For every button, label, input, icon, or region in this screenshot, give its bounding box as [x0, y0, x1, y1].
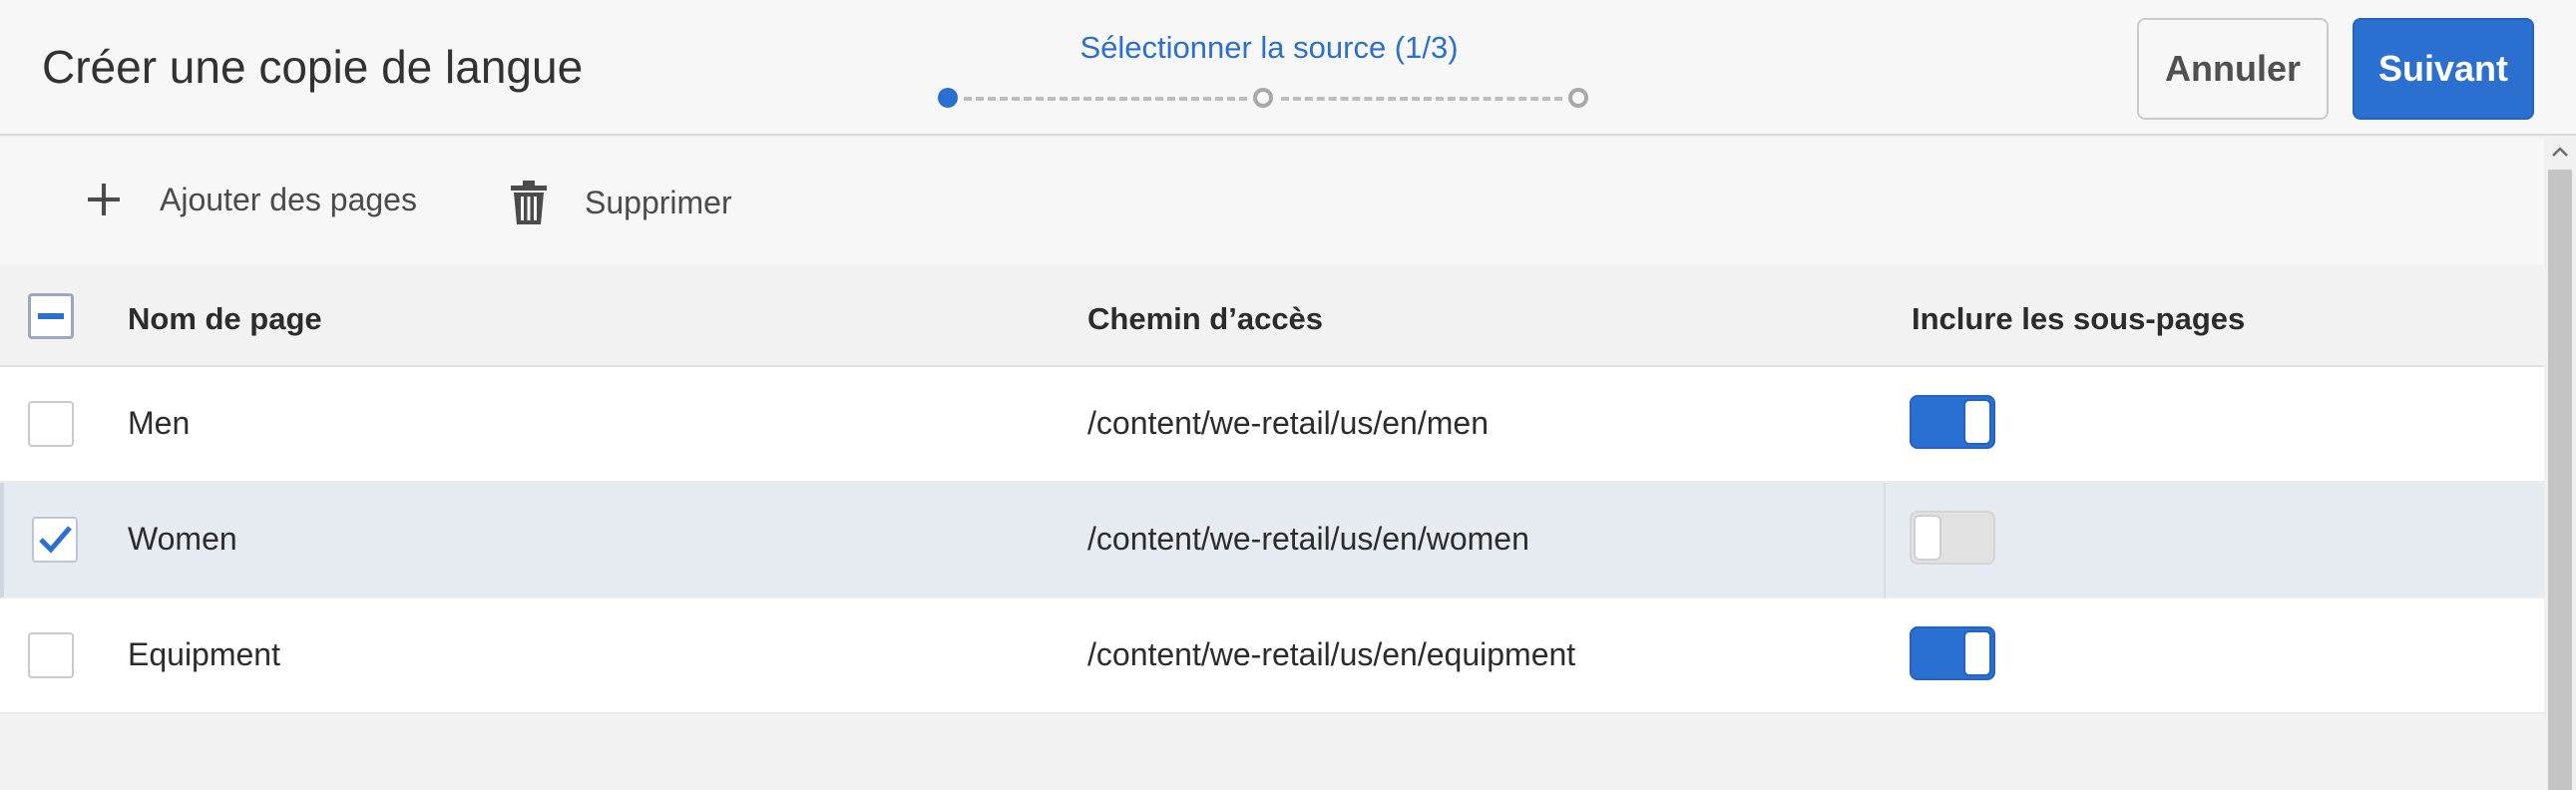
scrollbar-thumb[interactable] — [2548, 170, 2572, 790]
page-name: Equipment — [128, 636, 280, 672]
toggle-knob — [1963, 630, 1991, 676]
column-header-path: Chemin d’accès — [1087, 301, 1324, 336]
add-pages-button[interactable]: Ajouter des pages — [84, 180, 417, 219]
wizard-stepper — [938, 84, 1596, 112]
checkmark-icon — [39, 526, 72, 554]
add-pages-label: Ajouter des pages — [160, 181, 417, 217]
column-divider — [1884, 483, 1886, 598]
table-row[interactable]: Men /content/we-retail/us/en/men — [0, 367, 2544, 483]
delete-label: Supprimer — [585, 184, 732, 220]
vertical-scrollbar[interactable] — [2544, 136, 2576, 790]
page-path: /content/we-retail/us/en/men — [1087, 405, 1489, 441]
select-all-checkbox[interactable] — [28, 293, 74, 339]
include-subpages-toggle[interactable] — [1910, 626, 1995, 680]
column-header-name: Nom de page — [128, 301, 322, 336]
delete-button[interactable]: Supprimer — [509, 180, 732, 225]
table-row[interactable]: Women /content/we-retail/us/en/women — [0, 483, 2544, 598]
page-path: /content/we-retail/us/en/equipment — [1087, 636, 1576, 672]
action-toolbar: Ajouter des pages Supprimer — [0, 138, 2544, 265]
cancel-button[interactable]: Annuler — [2137, 18, 2329, 120]
page-name: Men — [128, 405, 191, 441]
column-header-subpages: Inclure les sous-pages — [1912, 301, 2246, 336]
chevron-up-icon[interactable] — [2544, 136, 2576, 168]
dialog-title: Créer une copie de langue — [42, 41, 584, 93]
toggle-knob — [1963, 399, 1991, 445]
toggle-knob — [1914, 515, 1941, 561]
table-row[interactable]: Equipment /content/we-retail/us/en/equip… — [0, 598, 2544, 714]
step-2-marker — [1253, 88, 1273, 108]
table-header: Nom de page Chemin d’accès Inclure les s… — [0, 265, 2544, 367]
pages-table: Nom de page Chemin d’accès Inclure les s… — [0, 265, 2544, 714]
step-label: Sélectionner la source (1/3) — [1079, 30, 1459, 65]
row-checkbox[interactable] — [32, 517, 78, 563]
plus-icon — [84, 180, 124, 219]
page-path: /content/we-retail/us/en/women — [1087, 521, 1529, 557]
row-checkbox[interactable] — [28, 632, 74, 678]
step-3-marker — [1568, 88, 1588, 108]
include-subpages-toggle[interactable] — [1910, 395, 1995, 449]
next-button[interactable]: Suivant — [2353, 18, 2534, 120]
step-connector — [1281, 97, 1562, 101]
trash-icon — [509, 180, 549, 225]
step-1-marker — [938, 88, 958, 108]
dialog-header: Créer une copie de langue Sélectionner l… — [0, 0, 2576, 136]
include-subpages-toggle[interactable] — [1910, 511, 1995, 565]
step-connector — [964, 97, 1247, 101]
page-name: Women — [128, 521, 237, 557]
row-checkbox[interactable] — [28, 401, 74, 447]
